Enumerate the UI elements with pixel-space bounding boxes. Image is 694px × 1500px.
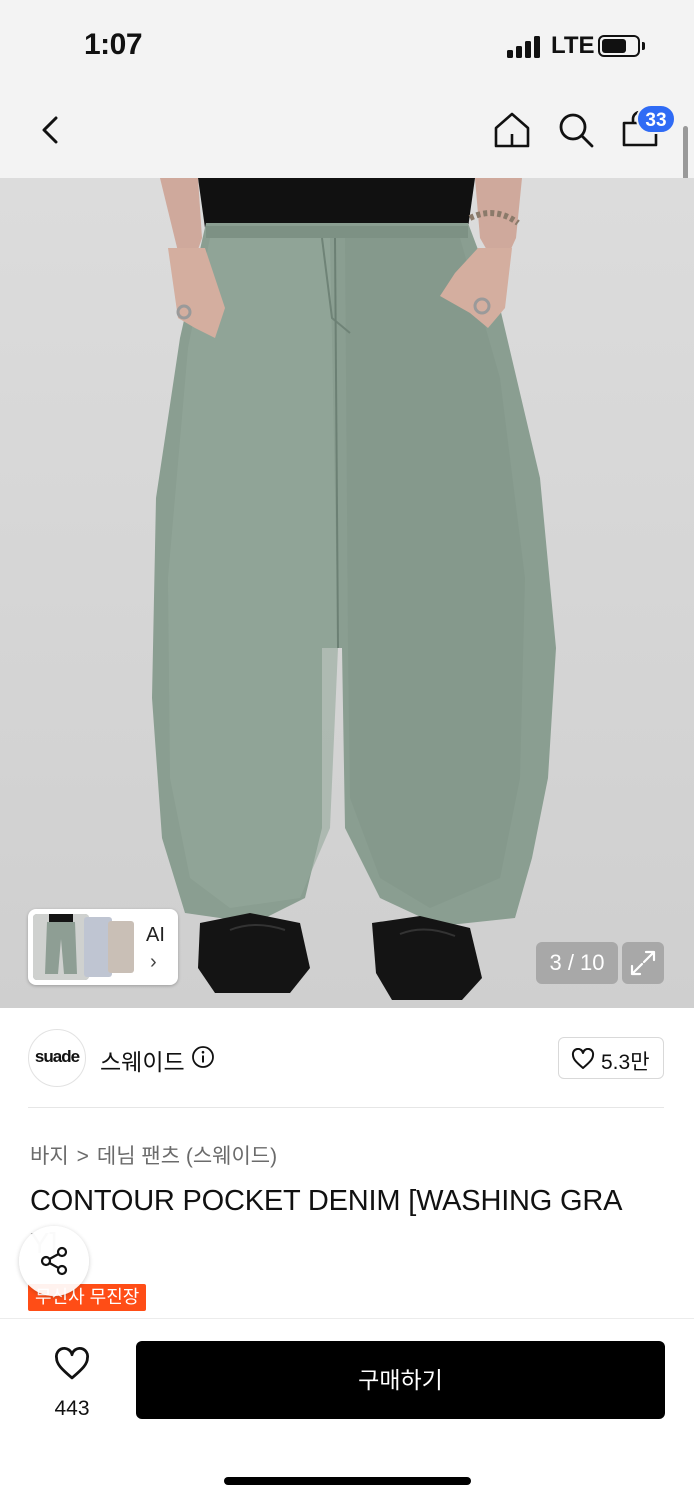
bottom-action-bar: 443 구매하기: [0, 1318, 694, 1500]
home-icon: [494, 112, 530, 148]
status-bar: 1:07 LTE: [0, 0, 694, 90]
brand-info-button[interactable]: [191, 1045, 215, 1069]
breadcrumb: 바지 > 데님 팬츠 (스웨이드): [30, 1140, 277, 1170]
brand-like-count: 5.3만: [601, 1051, 650, 1074]
breadcrumb-item[interactable]: 데님 팬츠 (스웨이드): [97, 1145, 277, 1168]
thumbnail-image: [108, 921, 134, 973]
image-page-indicator: 3 / 10: [536, 942, 618, 984]
chevron-right-icon: ›: [150, 951, 157, 973]
brand-logo[interactable]: suade: [28, 1029, 86, 1087]
ai-label: AI: [146, 924, 165, 946]
share-button[interactable]: [19, 1226, 89, 1296]
cart-count-badge: 33: [636, 104, 676, 134]
network-label: LTE: [551, 32, 595, 59]
back-button[interactable]: [32, 110, 72, 150]
search-icon: [559, 113, 594, 148]
divider: [28, 1107, 664, 1108]
home-button[interactable]: [490, 108, 534, 152]
signal-icon: [507, 36, 543, 58]
product-photo-denim-pants: [152, 178, 556, 1000]
breadcrumb-separator: >: [76, 1145, 89, 1168]
top-nav-bar: 33: [0, 90, 694, 178]
heart-outline-icon: [571, 1048, 595, 1069]
home-indicator[interactable]: [224, 1477, 471, 1485]
expand-icon: [630, 950, 656, 976]
search-button[interactable]: [554, 108, 598, 152]
like-button[interactable]: 443: [40, 1343, 104, 1423]
chevron-left-icon: [42, 116, 58, 144]
ai-styling-thumbnail[interactable]: AI ›: [28, 909, 178, 985]
thumbnail-image: [33, 914, 89, 980]
expand-image-button[interactable]: [622, 942, 664, 984]
battery-icon: [598, 35, 640, 57]
buy-button[interactable]: 구매하기: [136, 1341, 665, 1419]
like-count: 443: [54, 1397, 90, 1420]
info-icon: [192, 1046, 214, 1068]
brand-name[interactable]: 스웨이드: [100, 1043, 185, 1077]
share-icon: [40, 1246, 68, 1276]
product-title: CONTOUR POCKET DENIM [WASHING GRA: [30, 1185, 623, 1217]
heart-outline-icon: [55, 1347, 89, 1380]
thumbnail-pants-image: [33, 914, 89, 980]
brand-like-button[interactable]: 5.3만: [558, 1037, 664, 1079]
breadcrumb-item[interactable]: 바지: [30, 1145, 69, 1168]
product-image-gallery[interactable]: AI › 3 / 10: [0, 178, 694, 1008]
status-time: 1:07: [84, 28, 143, 61]
